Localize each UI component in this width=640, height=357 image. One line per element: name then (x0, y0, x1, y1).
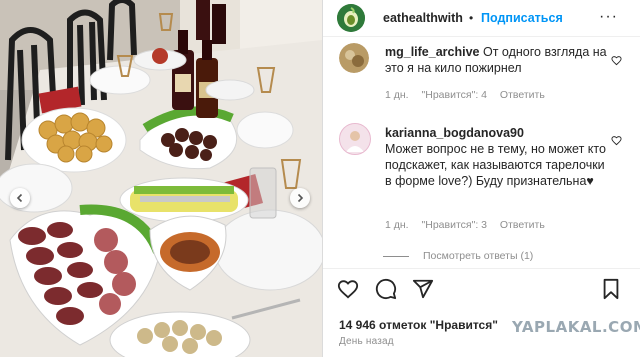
header-separator: • (469, 11, 474, 25)
comment-meta: 1 дн. "Нравится": 3 Ответить (385, 219, 555, 231)
view-replies-label: Посмотреть ответы (1) (423, 250, 534, 262)
author-username[interactable]: eathealthwith (383, 11, 463, 25)
post-header: eathealthwith • Подписаться ··· (323, 0, 640, 37)
leaf-logo-icon (337, 4, 365, 32)
comment-meta: 1 дн. "Нравится": 4 Ответить (385, 89, 555, 101)
chevron-left-icon (16, 193, 23, 203)
bookmark-icon[interactable] (601, 278, 621, 300)
chevron-right-icon (297, 193, 304, 203)
previous-photo-button[interactable] (10, 188, 30, 208)
heart-emoji: ♥ (586, 174, 594, 188)
replies-divider (383, 255, 409, 257)
comment-likes[interactable]: "Нравится": 3 (422, 219, 487, 231)
reply-button[interactable]: Ответить (500, 219, 545, 231)
commenter-avatar[interactable] (339, 123, 371, 155)
commenter-avatar[interactable] (339, 43, 369, 73)
comment-text: karianna_bogdanova90 Может вопрос не в т… (385, 125, 607, 189)
post-date[interactable]: День назад (339, 336, 394, 347)
comments-list: mg_life_archive От одного взгляда на это… (323, 37, 640, 265)
share-icon[interactable] (412, 278, 434, 300)
author-avatar[interactable] (337, 4, 365, 32)
post-side-panel: eathealthwith • Подписаться ··· mg_life_… (322, 0, 640, 357)
heart-icon[interactable] (337, 278, 359, 300)
follow-button[interactable]: Подписаться (481, 11, 563, 25)
reply-button[interactable]: Ответить (500, 89, 545, 101)
commenter-username[interactable]: mg_life_archive (385, 45, 480, 59)
heart-icon[interactable] (611, 55, 622, 66)
instagram-post-window: eathealthwith • Подписаться ··· mg_life_… (0, 0, 640, 357)
comment-time[interactable]: 1 дн. (385, 219, 409, 231)
site-watermark: YAPLAKAL.COM (512, 318, 640, 336)
comment-likes[interactable]: "Нравится": 4 (422, 89, 487, 101)
festive-table-image (0, 0, 322, 357)
comment-text: mg_life_archive От одного взгляда на это… (385, 44, 607, 76)
next-photo-button[interactable] (290, 188, 310, 208)
post-actions-bar (323, 268, 640, 309)
comment-body: Может вопрос не в тему, но может кто под… (385, 142, 606, 188)
likes-count[interactable]: 14 946 отметок "Нравится" (339, 318, 498, 332)
more-options-icon[interactable]: ··· (599, 8, 618, 26)
post-photo[interactable] (0, 0, 322, 357)
view-replies-button[interactable]: Посмотреть ответы (1) (383, 250, 533, 262)
comment-icon[interactable] (375, 278, 397, 300)
heart-icon[interactable] (611, 135, 622, 146)
commenter-username[interactable]: karianna_bogdanova90 (385, 126, 524, 140)
comment-time[interactable]: 1 дн. (385, 89, 409, 101)
